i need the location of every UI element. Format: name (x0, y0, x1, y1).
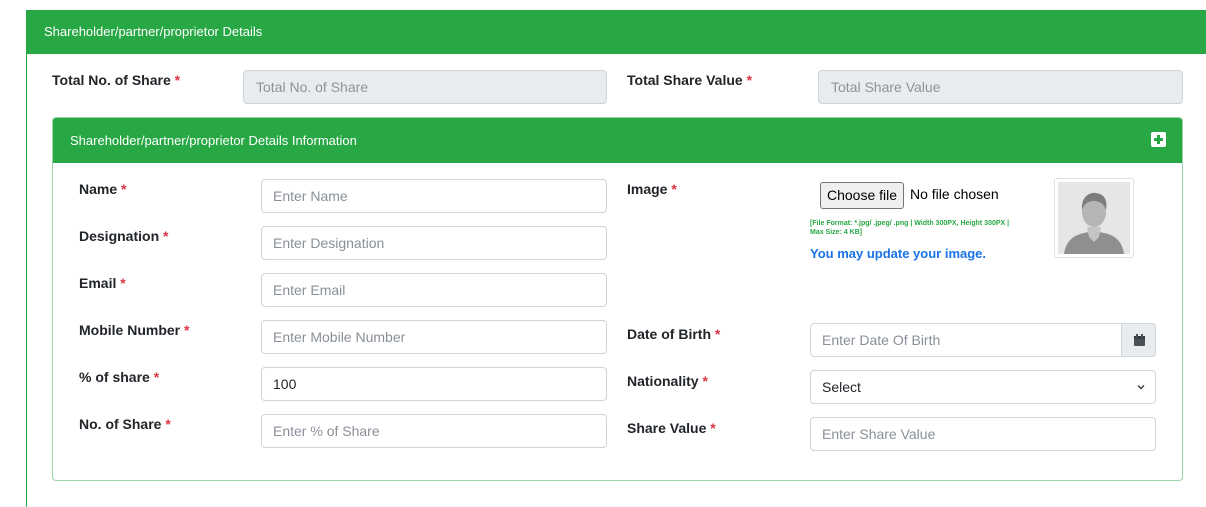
mobile-input[interactable]: Enter Mobile Number (261, 320, 607, 354)
email-label: Email * (79, 275, 126, 291)
nationality-label-text: Nationality (627, 373, 699, 389)
required-mark: * (714, 326, 721, 342)
email-input[interactable]: Enter Email (261, 273, 607, 307)
required-mark: * (163, 228, 169, 244)
total-shares-placeholder: Total No. of Share (256, 79, 369, 95)
mobile-placeholder: Enter Mobile Number (273, 329, 406, 345)
nationality-select[interactable]: Select (810, 370, 1156, 404)
required-mark: * (671, 181, 677, 197)
avatar-placeholder-icon (1058, 182, 1130, 254)
share-pct-label: % of share * (79, 369, 159, 385)
file-status: No file chosen (910, 186, 999, 202)
inner-card-title: Shareholder/partner/proprietor Details I… (70, 133, 357, 148)
total-value-input[interactable]: Total Share Value (818, 70, 1183, 104)
num-share-label-text: No. of Share (79, 416, 162, 432)
share-value-placeholder: Enter Share Value (822, 426, 936, 442)
total-value-label: Total Share Value * (627, 72, 752, 88)
dob-label-text: Date of Birth (627, 326, 711, 342)
inner-card-header: Shareholder/partner/proprietor Details I… (53, 118, 1182, 163)
total-shares-label-text: Total No. of Share (52, 72, 171, 88)
required-mark: * (165, 416, 171, 432)
name-label-text: Name (79, 181, 118, 197)
total-shares-label: Total No. of Share * (52, 72, 180, 88)
share-value-label: Share Value * (627, 420, 716, 436)
total-shares-input[interactable]: Total No. of Share (243, 70, 607, 104)
num-share-input[interactable]: Enter % of Share (261, 414, 607, 448)
chevron-down-icon (1137, 385, 1145, 390)
dob-label: Date of Birth * (627, 326, 720, 342)
name-label: Name * (79, 181, 126, 197)
required-mark: * (746, 72, 753, 88)
name-placeholder: Enter Name (273, 188, 348, 204)
designation-placeholder: Enter Designation (273, 235, 385, 251)
image-label: Image * (627, 181, 677, 197)
required-mark: * (710, 420, 716, 436)
total-value-placeholder: Total Share Value (831, 79, 941, 95)
card-header-title: Shareholder/partner/proprietor Details (27, 10, 1206, 54)
mobile-label: Mobile Number * (79, 322, 189, 338)
image-label-text: Image (627, 181, 668, 197)
share-pct-label-text: % of share (79, 369, 150, 385)
share-pct-value: 100 (273, 376, 297, 392)
total-value-label-text: Total Share Value (627, 72, 743, 88)
required-mark: * (120, 275, 126, 291)
required-mark: * (184, 322, 190, 338)
plus-square-icon[interactable] (1151, 132, 1166, 147)
mobile-label-text: Mobile Number (79, 322, 181, 338)
required-mark: * (174, 72, 181, 88)
nationality-label: Nationality * (627, 373, 708, 389)
nationality-selected-value: Select (822, 379, 861, 395)
file-format-note: [File Format: *.jpg/ .jpeg/ .png | Width… (810, 220, 1010, 236)
required-mark: * (702, 373, 708, 389)
dob-placeholder: Enter Date Of Birth (822, 332, 941, 348)
share-value-label-text: Share Value (627, 420, 707, 436)
update-image-text: You may update your image. (810, 246, 987, 261)
required-mark: * (153, 369, 160, 385)
required-mark: * (121, 181, 127, 197)
choose-file-button[interactable]: Choose file (820, 182, 905, 209)
dob-input[interactable]: Enter Date Of Birth (810, 323, 1122, 357)
designation-label-text: Designation (79, 228, 160, 244)
designation-input[interactable]: Enter Designation (261, 226, 607, 260)
calendar-icon[interactable] (1121, 323, 1156, 357)
name-input[interactable]: Enter Name (261, 179, 607, 213)
designation-label: Designation * (79, 228, 168, 244)
email-placeholder: Enter Email (273, 282, 346, 298)
avatar (1054, 178, 1134, 258)
share-pct-input[interactable]: 100 (261, 367, 607, 401)
share-value-input[interactable]: Enter Share Value (810, 417, 1156, 451)
num-share-placeholder: Enter % of Share (273, 423, 380, 439)
num-share-label: No. of Share * (79, 416, 171, 432)
email-label-text: Email (79, 275, 117, 291)
